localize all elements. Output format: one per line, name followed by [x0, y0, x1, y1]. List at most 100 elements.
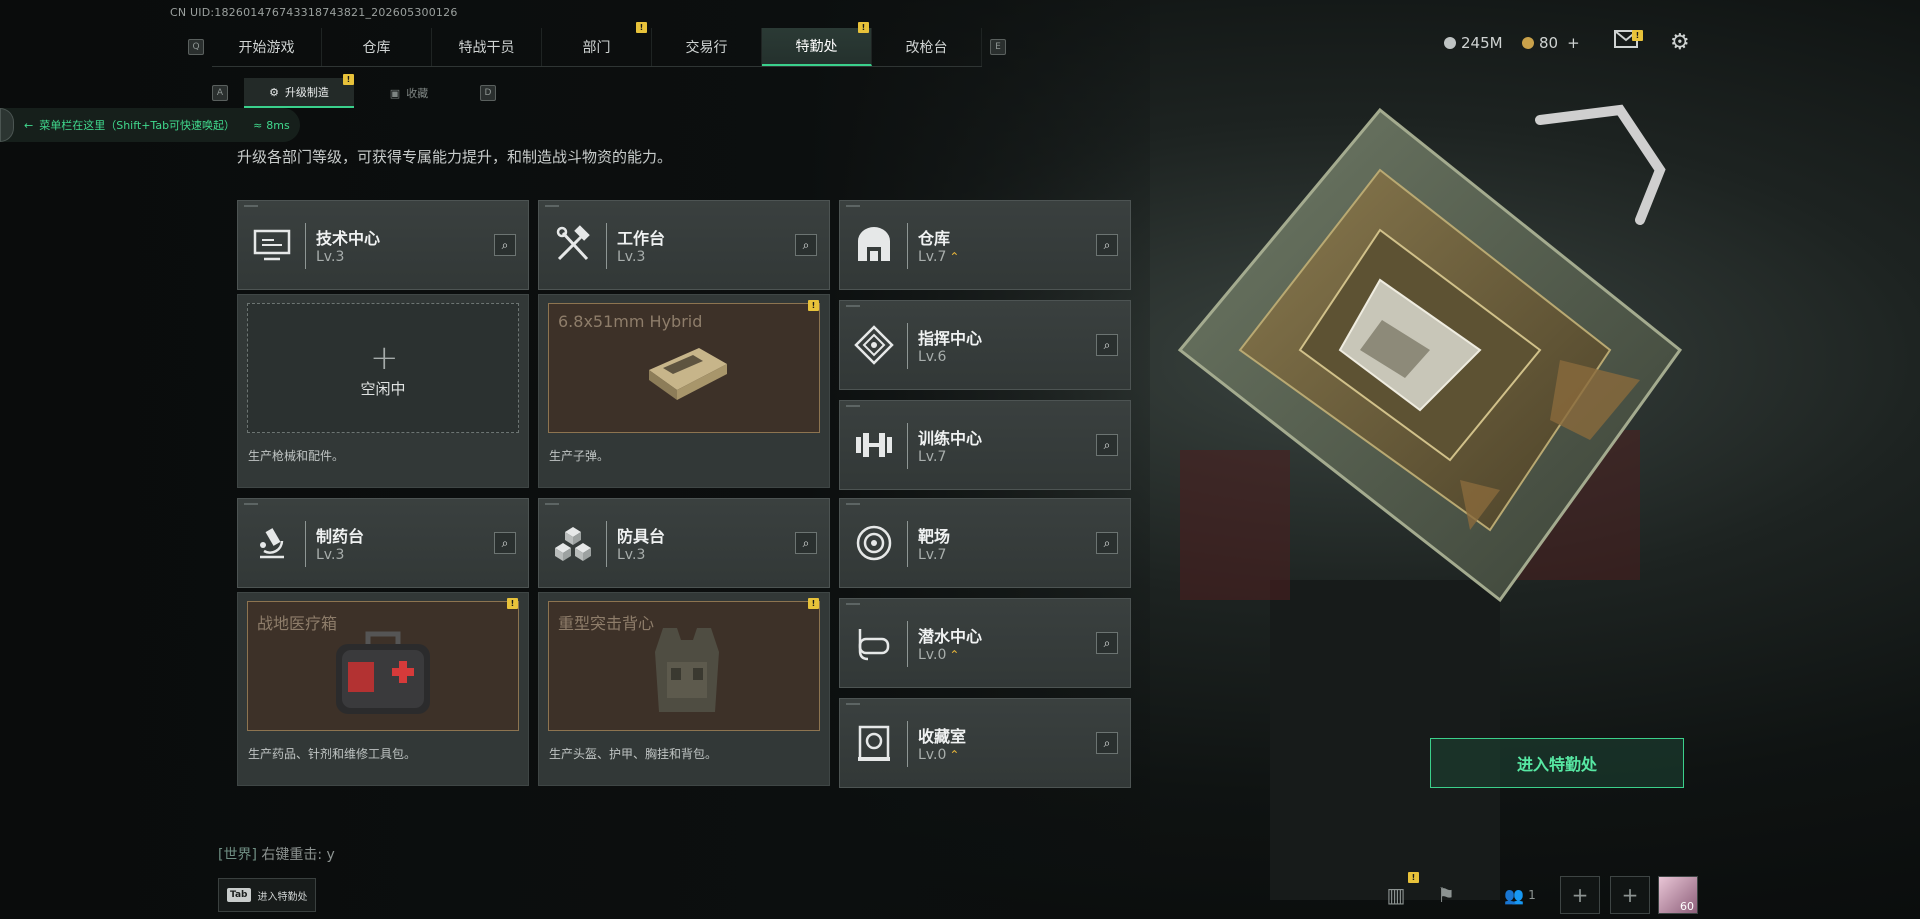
- people-icon: 👥: [1504, 885, 1525, 905]
- flag-button[interactable]: ⚑: [1426, 876, 1466, 914]
- add-currency-button[interactable]: +: [1567, 34, 1580, 52]
- menu-hint-text: 菜单栏在这里（Shift+Tab可快速唤起）: [39, 119, 236, 132]
- production-slot[interactable]: ! 重型突击背心: [548, 598, 820, 731]
- search-button[interactable]: ⌕: [494, 234, 516, 256]
- level-text: Lv.0: [918, 747, 947, 763]
- dept-card-pharmacy[interactable]: 制药台 Lv.3 ⌕: [237, 498, 529, 588]
- chat-line[interactable]: [世界] 右键重击: y: [218, 844, 335, 864]
- search-icon: ⌕: [1103, 735, 1111, 750]
- card-marker: [244, 503, 258, 505]
- dept-card-command[interactable]: 指挥中心 Lv.6 ⌕: [839, 300, 1131, 390]
- dept-level: Lv.6: [918, 349, 946, 365]
- search-icon: ⌕: [802, 237, 810, 252]
- tab-gunsmith[interactable]: 改枪台: [872, 27, 982, 66]
- nav-left-key[interactable]: Q: [188, 39, 204, 55]
- dept-level: Lv.7: [918, 547, 946, 563]
- dept-title: 训练中心: [918, 429, 983, 448]
- card-marker: [244, 205, 258, 207]
- card-marker: [846, 503, 860, 505]
- production-slot[interactable]: ! 6.8x51mm Hybrid: [548, 300, 820, 433]
- tab-departments[interactable]: 部门!: [542, 21, 652, 66]
- friends-button[interactable]: 👥 1: [1490, 876, 1550, 914]
- dept-card-armor[interactable]: 防具台 Lv.3 ⌕: [538, 498, 830, 588]
- gear-icon: ⚙: [1670, 30, 1690, 55]
- enter-special-ops-button[interactable]: 进入特勤处: [1430, 738, 1684, 788]
- item-name: 重型突击背心: [558, 614, 655, 633]
- tab-label: 开始游戏: [238, 39, 295, 56]
- tab-start-game[interactable]: 开始游戏: [212, 27, 322, 66]
- card-marker: [545, 205, 559, 207]
- tab-trade[interactable]: 交易行: [652, 27, 762, 66]
- dumbbell-icon: [852, 423, 896, 467]
- dept-card-warehouse[interactable]: 仓库 Lv.7 ⌃ ⌕: [839, 200, 1131, 290]
- tab-shortcut-hint[interactable]: Tab 进入特勤处: [218, 878, 316, 912]
- page-description: 升级各部门等级，可获得专属能力提升，和制造战斗物资的能力。: [237, 148, 673, 166]
- search-button[interactable]: ⌕: [1096, 234, 1118, 256]
- stats-button[interactable]: ▥ !: [1376, 872, 1419, 914]
- search-button[interactable]: ⌕: [1096, 532, 1118, 554]
- search-button[interactable]: ⌕: [795, 532, 817, 554]
- command-icon: [852, 323, 896, 367]
- search-icon: ⌕: [802, 535, 810, 550]
- search-button[interactable]: ⌕: [795, 234, 817, 256]
- dept-title: 收藏室: [918, 727, 967, 746]
- tab-special-ops[interactable]: 特勤处!: [762, 21, 872, 66]
- production-caption: 生产头盔、护甲、胸挂和背包。: [549, 747, 718, 761]
- currency-value: 245M: [1461, 34, 1503, 52]
- nav-right-key[interactable]: E: [990, 39, 1006, 55]
- search-button[interactable]: ⌕: [494, 532, 516, 554]
- plus-icon: +: [370, 338, 399, 378]
- item-name: 6.8x51mm Hybrid: [558, 312, 703, 331]
- search-button[interactable]: ⌕: [1096, 732, 1118, 754]
- idle-status: 空闲中: [360, 380, 406, 398]
- search-icon: ⌕: [1103, 337, 1111, 352]
- search-button[interactable]: ⌕: [1096, 632, 1118, 654]
- dept-card-range[interactable]: 靶场 Lv.7 ⌕: [839, 498, 1131, 588]
- tab-warehouse[interactable]: 仓库: [322, 27, 432, 66]
- invite-slot-2[interactable]: +: [1610, 876, 1650, 914]
- tab-upgrade-craft[interactable]: ⚙ 升级制造 !: [244, 74, 354, 108]
- divider: [907, 521, 908, 567]
- dept-level: Lv.7: [918, 449, 946, 465]
- plus-icon: +: [1560, 876, 1600, 914]
- target-icon: [852, 521, 896, 565]
- menu-handle[interactable]: [0, 108, 14, 142]
- currency-value: 80: [1539, 34, 1559, 52]
- ammo-box-image: [649, 348, 727, 400]
- dept-card-training[interactable]: 训练中心 Lv.7 ⌕: [839, 400, 1131, 490]
- tab-operators[interactable]: 特战干员: [432, 27, 542, 66]
- dept-card-collection[interactable]: 收藏室 Lv.0 ⌃ ⌕: [839, 698, 1131, 788]
- notification-badge: !: [808, 300, 819, 311]
- player-avatar[interactable]: 60: [1658, 876, 1698, 914]
- ping-value: 8ms: [266, 118, 290, 132]
- tab-label: 部门: [582, 39, 611, 56]
- search-icon: ⌕: [501, 237, 509, 252]
- production-caption: 生产子弹。: [549, 449, 610, 463]
- search-button[interactable]: ⌕: [1096, 334, 1118, 356]
- invite-slot-1[interactable]: +: [1560, 876, 1600, 914]
- subnav-left-key[interactable]: A: [212, 85, 228, 101]
- notification-badge: !: [1632, 30, 1643, 41]
- search-button[interactable]: ⌕: [1096, 434, 1118, 456]
- dept-card-tech[interactable]: 技术中心 Lv.3 ⌕: [237, 200, 529, 290]
- divider: [907, 223, 908, 269]
- dept-card-workbench[interactable]: 工作台 Lv.3 ⌕: [538, 200, 830, 290]
- mail-button[interactable]: !: [1614, 30, 1643, 48]
- level-text: Lv.3: [617, 249, 646, 265]
- notification-badge: !: [1408, 872, 1419, 883]
- notification-badge: !: [507, 598, 518, 609]
- divider: [305, 521, 306, 567]
- production-panel-tech: + 空闲中 生产枪械和配件。: [237, 294, 529, 488]
- subnav-right-key[interactable]: D: [480, 85, 496, 101]
- production-slot[interactable]: ! 战地医疗箱: [247, 598, 519, 731]
- dept-card-diving[interactable]: 潜水中心 Lv.0 ⌃ ⌕: [839, 598, 1131, 688]
- search-icon: ⌕: [1103, 535, 1111, 550]
- plus-icon: +: [1610, 876, 1650, 914]
- menu-hint[interactable]: ← 菜单栏在这里（Shift+Tab可快速唤起） ≈ 8ms: [0, 108, 300, 142]
- divider: [305, 223, 306, 269]
- settings-button[interactable]: ⚙: [1670, 30, 1690, 55]
- production-slot-empty[interactable]: + 空闲中: [247, 303, 519, 433]
- tab-collection[interactable]: ▣ 收藏: [354, 78, 464, 108]
- friends-count: 1: [1528, 888, 1536, 902]
- card-marker: [545, 503, 559, 505]
